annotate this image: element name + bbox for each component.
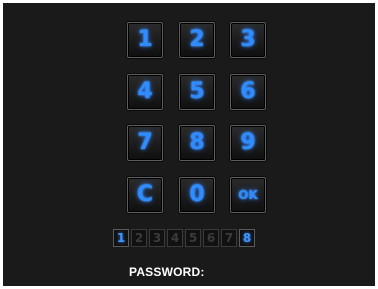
key-0-button[interactable]: 0 (179, 177, 215, 213)
clear-button[interactable]: C (127, 177, 163, 213)
key-3-button[interactable]: 3 (230, 22, 266, 58)
key-3-label: 3 (240, 27, 256, 52)
key-2-label: 2 (189, 27, 205, 52)
slot-7: 7 (221, 229, 237, 247)
key-9-button[interactable]: 9 (230, 125, 266, 161)
key-6-label: 6 (240, 79, 256, 104)
key-4-button[interactable]: 4 (127, 74, 163, 110)
key-7-button[interactable]: 7 (127, 125, 163, 161)
clear-label: C (136, 182, 154, 207)
slot-4: 4 (167, 229, 183, 247)
password-label: PASSWORD: (129, 265, 205, 279)
key-5-button[interactable]: 5 (179, 74, 215, 110)
password-slots: 1 2 3 4 5 6 7 8 (113, 229, 255, 247)
key-8-button[interactable]: 8 (179, 125, 215, 161)
key-8-label: 8 (189, 130, 205, 155)
keypad: 1 2 3 4 5 6 7 8 9 C 0 OK 1 2 3 4 5 6 7 8… (3, 3, 375, 286)
key-1-button[interactable]: 1 (127, 22, 163, 58)
slot-1: 1 (113, 229, 129, 247)
slot-2: 2 (131, 229, 147, 247)
slot-8: 8 (239, 229, 255, 247)
key-7-label: 7 (137, 130, 153, 155)
slot-3: 3 (149, 229, 165, 247)
ok-button[interactable]: OK (230, 177, 266, 213)
keypad-panel: 1 2 3 4 5 6 7 8 9 C 0 OK 1 2 3 4 5 6 7 8… (3, 3, 375, 286)
slot-5: 5 (185, 229, 201, 247)
ok-label: OK (238, 188, 258, 202)
key-1-label: 1 (137, 27, 153, 52)
key-0-label: 0 (189, 182, 205, 207)
slot-6: 6 (203, 229, 219, 247)
key-9-label: 9 (240, 130, 256, 155)
key-6-button[interactable]: 6 (230, 74, 266, 110)
key-4-label: 4 (137, 79, 153, 104)
key-2-button[interactable]: 2 (179, 22, 215, 58)
key-5-label: 5 (189, 79, 205, 104)
